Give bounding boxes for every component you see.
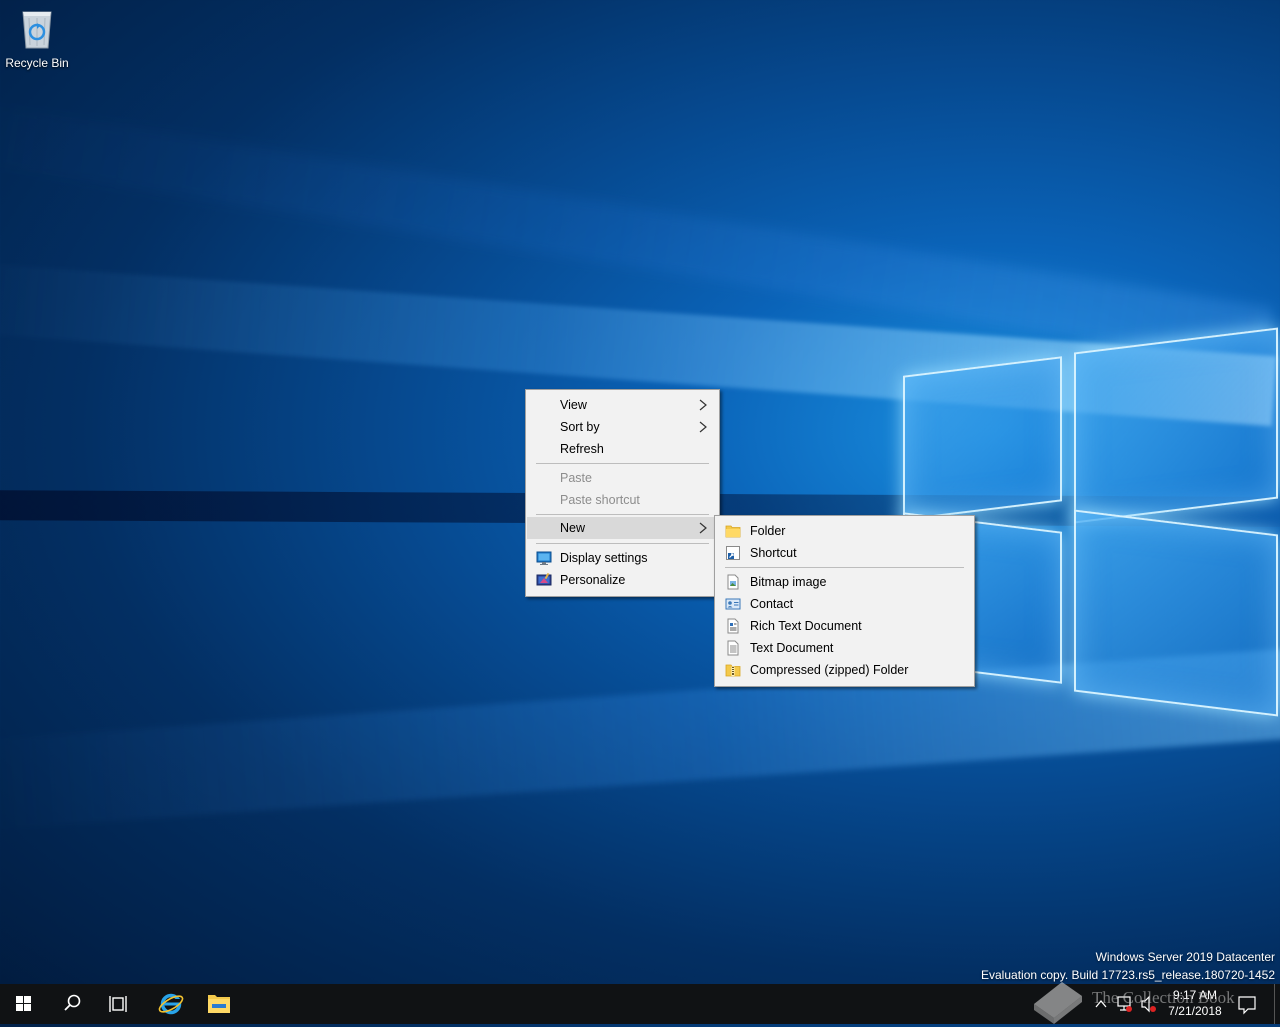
volume-muted-icon (1141, 995, 1156, 1013)
action-center-button[interactable] (1234, 984, 1260, 1024)
desktop-context-menu: View Sort by Refresh Paste Paste shortcu… (525, 389, 720, 597)
menu-item-refresh[interactable]: Refresh (527, 438, 718, 460)
search-icon (64, 994, 81, 1011)
menu-item-label: Paste shortcut (560, 493, 640, 507)
menu-item-paste[interactable]: Paste (527, 467, 718, 489)
task-view-icon (109, 996, 127, 1012)
windows-logo-pane (1074, 327, 1278, 524)
start-icon (16, 996, 31, 1011)
menu-item-paste-shortcut[interactable]: Paste shortcut (527, 489, 718, 511)
menu-item-view[interactable]: View (527, 394, 718, 416)
menu-item-label: New (560, 521, 586, 535)
edition-watermark: Windows Server 2019 Datacenter (1095, 950, 1275, 964)
folder-icon (725, 525, 741, 538)
show-desktop-button[interactable] (1274, 984, 1280, 1024)
menu-item-personalize[interactable]: Personalize (527, 569, 718, 591)
menu-separator (536, 543, 709, 544)
submenu-item-rich-text-document[interactable]: Rich Text Document (716, 615, 973, 637)
file-explorer-icon (208, 995, 230, 1013)
recycle-bin-label: Recycle Bin (5, 56, 69, 70)
submenu-item-label: Contact (750, 597, 794, 611)
text-document-icon (727, 640, 739, 656)
submenu-item-label: Rich Text Document (750, 619, 862, 633)
submenu-item-label: Folder (750, 524, 786, 538)
network-status-button[interactable] (1112, 984, 1136, 1024)
chevron-right-icon (699, 421, 707, 433)
build-watermark: Evaluation copy. Build 17723.rs5_release… (981, 968, 1275, 982)
tray-overflow-button[interactable] (1092, 984, 1110, 1024)
menu-item-label: Personalize (560, 573, 626, 587)
zip-folder-icon (725, 664, 741, 677)
shortcut-icon (726, 546, 740, 560)
submenu-item-label: Shortcut (750, 546, 797, 560)
search-button[interactable] (48, 984, 96, 1024)
taskbar-clock[interactable]: 9:17 AM 7/21/2018 (1160, 987, 1230, 1019)
chevron-up-icon (1095, 999, 1107, 1008)
submenu-item-text-document[interactable]: Text Document (716, 637, 973, 659)
volume-button[interactable] (1137, 984, 1159, 1024)
file-explorer-button[interactable] (195, 984, 243, 1024)
clock-time: 9:17 AM (1172, 988, 1218, 1002)
recycle-bin-icon (17, 6, 57, 50)
internet-explorer-icon (158, 993, 184, 1015)
menu-separator (725, 567, 964, 568)
menu-item-new[interactable]: New (527, 517, 718, 539)
submenu-item-bitmap-image[interactable]: Bitmap image (716, 571, 973, 593)
bitmap-icon (727, 574, 739, 590)
menu-item-label: Paste (560, 471, 592, 485)
submenu-item-label: Bitmap image (750, 575, 827, 589)
contact-icon (725, 598, 741, 610)
network-icon (1117, 996, 1132, 1012)
recycle-bin-shortcut[interactable]: Recycle Bin (4, 6, 70, 70)
submenu-item-label: Text Document (750, 641, 834, 655)
clock-date: 7/21/2018 (1168, 1004, 1222, 1018)
submenu-item-contact[interactable]: Contact (716, 593, 973, 615)
windows-logo-pane (1074, 509, 1278, 717)
submenu-item-folder[interactable]: Folder (716, 520, 973, 542)
menu-item-label: Sort by (560, 420, 600, 434)
menu-separator (536, 514, 709, 515)
notification-icon (1238, 996, 1256, 1015)
new-submenu: Folder Shortcut Bitmap image Contact Ric… (714, 515, 975, 687)
chevron-right-icon (699, 522, 707, 534)
submenu-item-compressed-folder[interactable]: Compressed (zipped) Folder (716, 659, 973, 681)
windows-logo-pane (903, 356, 1062, 521)
menu-item-sort-by[interactable]: Sort by (527, 416, 718, 438)
light-ray (0, 100, 1274, 368)
display-icon (536, 551, 552, 565)
start-button[interactable] (0, 984, 48, 1024)
menu-item-display-settings[interactable]: Display settings (527, 547, 718, 569)
taskbar: 9:17 AM 7/21/2018 (0, 984, 1280, 1024)
menu-item-label: View (560, 398, 587, 412)
internet-explorer-button[interactable] (146, 984, 194, 1024)
task-view-button[interactable] (96, 984, 144, 1024)
submenu-item-shortcut[interactable]: Shortcut (716, 542, 973, 564)
menu-separator (536, 463, 709, 464)
menu-item-label: Refresh (560, 442, 604, 456)
rich-text-icon (727, 618, 739, 634)
personalize-icon (536, 572, 552, 586)
chevron-right-icon (699, 399, 707, 411)
submenu-item-label: Compressed (zipped) Folder (750, 663, 909, 677)
menu-item-label: Display settings (560, 551, 648, 565)
